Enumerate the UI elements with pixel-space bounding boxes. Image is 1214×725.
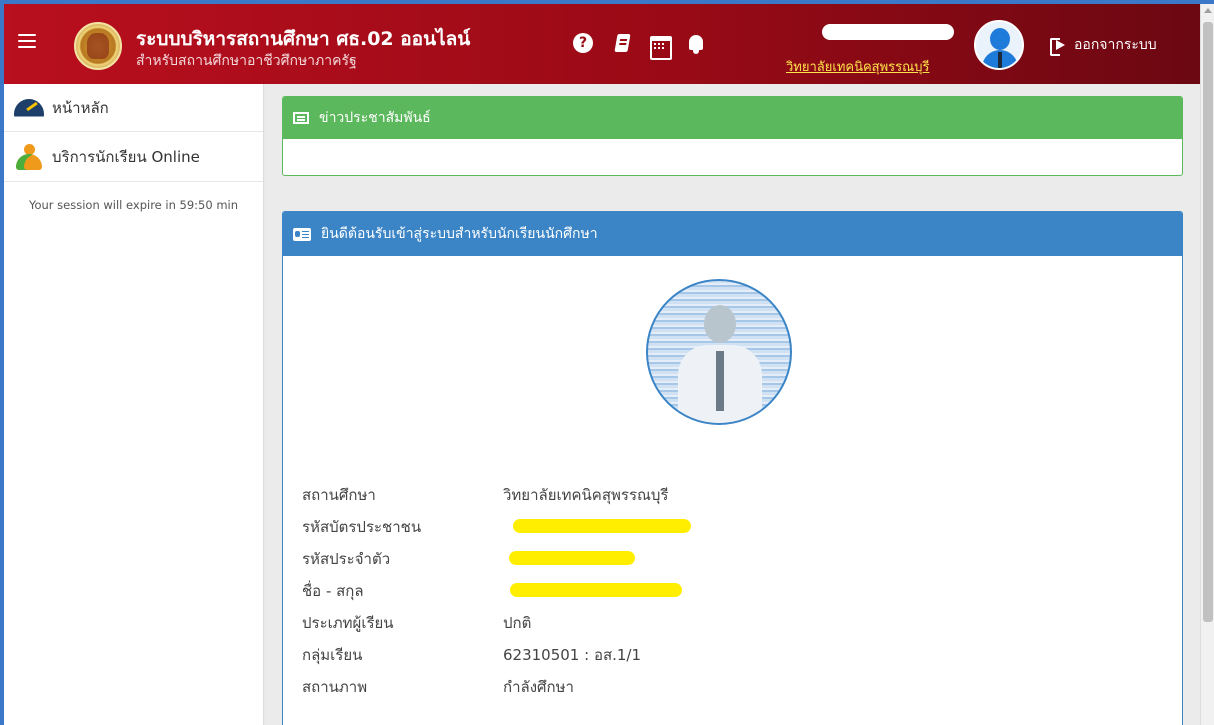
redaction-mark — [509, 551, 635, 565]
info-label: รหัสบัตรประชาชน — [302, 518, 422, 536]
sidebar-item-label: หน้าหลัก — [52, 98, 109, 117]
info-label: ประเภทผู้เรียน — [302, 614, 394, 632]
student-photo — [646, 279, 792, 425]
bell-icon[interactable] — [684, 32, 708, 56]
app-subtitle: สำหรับสถานศึกษาอาชีวศึกษาภาครัฐ — [136, 53, 357, 69]
logout-icon — [1050, 38, 1066, 56]
info-label: รหัสประจำตัว — [302, 550, 391, 568]
sidebar: หน้าหลัก บริการนักเรียน Online Your sess… — [4, 84, 264, 725]
info-value: กำลังศึกษา — [503, 678, 574, 696]
newspaper-icon — [293, 112, 309, 124]
redacted-username — [822, 24, 954, 40]
institution-logo — [74, 22, 122, 70]
welcome-panel-title: ยินดีต้อนรับเข้าสู่ระบบสำหรับนักเรียนนัก… — [321, 226, 598, 242]
vertical-scrollbar[interactable] — [1200, 4, 1214, 725]
logout-label: ออกจากระบบ — [1074, 37, 1157, 53]
session-timer: Your session will expire in 59:50 min — [28, 198, 239, 212]
welcome-panel: ยินดีต้อนรับเข้าสู่ระบบสำหรับนักเรียนนัก… — [282, 211, 1183, 725]
sidebar-item-student-services[interactable]: บริการนักเรียน Online — [4, 132, 263, 182]
info-value: วิทยาลัยเทคนิคสุพรรณบุรี — [503, 486, 669, 504]
info-label: ชื่อ - สกุล — [302, 582, 364, 600]
info-value: ปกติ — [503, 614, 532, 632]
sidebar-item-label: บริการนักเรียน Online — [52, 147, 200, 166]
news-panel: ข่าวประชาสัมพันธ์ — [282, 96, 1183, 176]
redaction-mark — [510, 583, 682, 597]
info-value: 62310501 : อส.1/1 — [503, 646, 642, 664]
book-icon[interactable] — [611, 32, 635, 56]
calendar-icon[interactable] — [647, 32, 672, 60]
top-header: ระบบบริหารสถานศึกษา ศธ.02 ออนไลน์ สำหรับ… — [4, 4, 1200, 84]
scroll-up-arrow-icon[interactable] — [1204, 8, 1212, 13]
dashboard-gauge-icon — [14, 99, 44, 117]
help-icon[interactable] — [571, 32, 595, 56]
students-icon — [14, 143, 44, 170]
info-label: สถานศึกษา — [302, 486, 376, 504]
user-college-link[interactable]: วิทยาลัยเทคนิคสุพรรณบุรี — [786, 56, 929, 77]
logout-button[interactable]: ออกจากระบบ — [1050, 34, 1157, 56]
user-avatar[interactable] — [974, 20, 1024, 70]
main-content: ข่าวประชาสัมพันธ์ ยินดีต้อนรับเข้าสู่ระบ… — [265, 84, 1200, 725]
news-panel-header: ข่าวประชาสัมพันธ์ — [283, 97, 1182, 139]
info-label: กลุ่มเรียน — [302, 646, 363, 664]
welcome-panel-header: ยินดีต้อนรับเข้าสู่ระบบสำหรับนักเรียนนัก… — [283, 212, 1182, 256]
id-card-icon — [293, 227, 311, 241]
scrollbar-thumb[interactable] — [1203, 22, 1213, 622]
menu-icon[interactable] — [18, 34, 36, 50]
redaction-mark — [513, 519, 691, 533]
sidebar-item-home[interactable]: หน้าหลัก — [4, 84, 263, 132]
info-label: สถานภาพ — [302, 678, 368, 696]
news-panel-title: ข่าวประชาสัมพันธ์ — [319, 110, 431, 126]
